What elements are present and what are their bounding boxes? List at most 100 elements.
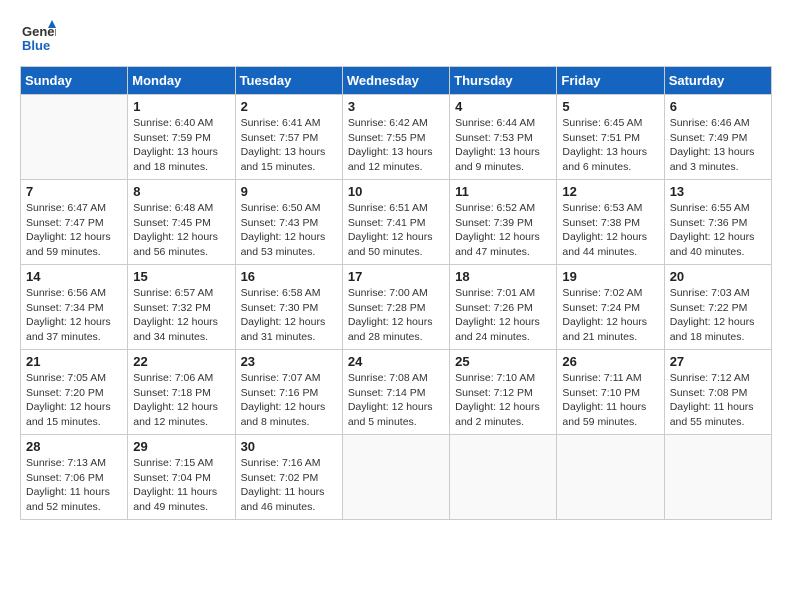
calendar-week-row: 1 Sunrise: 6:40 AMSunset: 7:59 PMDaylight…: [21, 95, 772, 180]
day-info: Sunrise: 7:02 AMSunset: 7:24 PMDaylight:…: [562, 286, 658, 345]
day-info: Sunrise: 6:53 AMSunset: 7:38 PMDaylight:…: [562, 201, 658, 260]
day-number: 30: [241, 439, 337, 454]
calendar-cell: 26 Sunrise: 7:11 AMSunset: 7:10 PMDayligh…: [557, 350, 664, 435]
day-info: Sunrise: 7:11 AMSunset: 7:10 PMDaylight:…: [562, 371, 658, 430]
calendar-cell: 18 Sunrise: 7:01 AMSunset: 7:26 PMDayligh…: [450, 265, 557, 350]
day-info: Sunrise: 7:03 AMSunset: 7:22 PMDaylight:…: [670, 286, 766, 345]
calendar-cell: 29 Sunrise: 7:15 AMSunset: 7:04 PMDayligh…: [128, 435, 235, 520]
header-sunday: Sunday: [21, 67, 128, 95]
calendar-week-row: 7Sunrise: 6:47 AMSunset: 7:47 PMDaylight…: [21, 180, 772, 265]
day-number: 14: [26, 269, 122, 284]
calendar-cell: 28Sunrise: 7:13 AMSunset: 7:06 PMDayligh…: [21, 435, 128, 520]
day-number: 16: [241, 269, 337, 284]
calendar-cell: 1 Sunrise: 6:40 AMSunset: 7:59 PMDaylight…: [128, 95, 235, 180]
calendar-cell: [450, 435, 557, 520]
calendar-cell: [557, 435, 664, 520]
day-info: Sunrise: 6:42 AMSunset: 7:55 PMDaylight:…: [348, 116, 444, 175]
day-number: 17: [348, 269, 444, 284]
day-info: Sunrise: 6:50 AMSunset: 7:43 PMDaylight:…: [241, 201, 337, 260]
calendar-cell: 4Sunrise: 6:44 AMSunset: 7:53 PMDaylight…: [450, 95, 557, 180]
svg-text:Blue: Blue: [22, 38, 50, 53]
header-thursday: Thursday: [450, 67, 557, 95]
day-number: 18: [455, 269, 551, 284]
day-info: Sunrise: 7:06 AMSunset: 7:18 PMDaylight:…: [133, 371, 229, 430]
calendar-cell: 19 Sunrise: 7:02 AMSunset: 7:24 PMDayligh…: [557, 265, 664, 350]
day-info: Sunrise: 7:01 AMSunset: 7:26 PMDaylight:…: [455, 286, 551, 345]
calendar-cell: 5 Sunrise: 6:45 AMSunset: 7:51 PMDaylight…: [557, 95, 664, 180]
day-number: 3: [348, 99, 444, 114]
day-info: Sunrise: 7:08 AMSunset: 7:14 PMDaylight:…: [348, 371, 444, 430]
page-header: General Blue: [20, 20, 772, 56]
calendar-cell: 16Sunrise: 6:58 AMSunset: 7:30 PMDayligh…: [235, 265, 342, 350]
calendar-cell: 23 Sunrise: 7:07 AMSunset: 7:16 PMDayligh…: [235, 350, 342, 435]
calendar-cell: 13Sunrise: 6:55 AMSunset: 7:36 PMDayligh…: [664, 180, 771, 265]
header-wednesday: Wednesday: [342, 67, 449, 95]
day-info: Sunrise: 7:13 AMSunset: 7:06 PMDaylight:…: [26, 456, 122, 515]
calendar-header-row: SundayMondayTuesdayWednesdayThursdayFrid…: [21, 67, 772, 95]
day-info: Sunrise: 7:00 AMSunset: 7:28 PMDaylight:…: [348, 286, 444, 345]
day-number: 12: [562, 184, 658, 199]
day-number: 1: [133, 99, 229, 114]
calendar-cell: 12 Sunrise: 6:53 AMSunset: 7:38 PMDayligh…: [557, 180, 664, 265]
calendar-cell: [21, 95, 128, 180]
calendar-cell: 3 Sunrise: 6:42 AMSunset: 7:55 PMDaylight…: [342, 95, 449, 180]
day-number: 27: [670, 354, 766, 369]
calendar-cell: 10 Sunrise: 6:51 AMSunset: 7:41 PMDayligh…: [342, 180, 449, 265]
day-info: Sunrise: 7:12 AMSunset: 7:08 PMDaylight:…: [670, 371, 766, 430]
calendar-cell: 17 Sunrise: 7:00 AMSunset: 7:28 PMDayligh…: [342, 265, 449, 350]
day-info: Sunrise: 7:05 AMSunset: 7:20 PMDaylight:…: [26, 371, 122, 430]
day-number: 13: [670, 184, 766, 199]
header-saturday: Saturday: [664, 67, 771, 95]
calendar-cell: 14Sunrise: 6:56 AMSunset: 7:34 PMDayligh…: [21, 265, 128, 350]
day-number: 15: [133, 269, 229, 284]
calendar-cell: 30 Sunrise: 7:16 AMSunset: 7:02 PMDayligh…: [235, 435, 342, 520]
day-number: 8: [133, 184, 229, 199]
calendar-cell: 22 Sunrise: 7:06 AMSunset: 7:18 PMDayligh…: [128, 350, 235, 435]
day-number: 9: [241, 184, 337, 199]
calendar-cell: 6Sunrise: 6:46 AMSunset: 7:49 PMDaylight…: [664, 95, 771, 180]
day-info: Sunrise: 6:45 AMSunset: 7:51 PMDaylight:…: [562, 116, 658, 175]
calendar-week-row: 14Sunrise: 6:56 AMSunset: 7:34 PMDayligh…: [21, 265, 772, 350]
day-info: Sunrise: 6:57 AMSunset: 7:32 PMDaylight:…: [133, 286, 229, 345]
calendar-cell: 25 Sunrise: 7:10 AMSunset: 7:12 PMDayligh…: [450, 350, 557, 435]
day-info: Sunrise: 7:16 AMSunset: 7:02 PMDaylight:…: [241, 456, 337, 515]
calendar-cell: 20 Sunrise: 7:03 AMSunset: 7:22 PMDayligh…: [664, 265, 771, 350]
day-info: Sunrise: 6:51 AMSunset: 7:41 PMDaylight:…: [348, 201, 444, 260]
day-number: 19: [562, 269, 658, 284]
calendar-cell: 11Sunrise: 6:52 AMSunset: 7:39 PMDayligh…: [450, 180, 557, 265]
day-number: 4: [455, 99, 551, 114]
day-info: Sunrise: 7:15 AMSunset: 7:04 PMDaylight:…: [133, 456, 229, 515]
calendar-week-row: 21Sunrise: 7:05 AMSunset: 7:20 PMDayligh…: [21, 350, 772, 435]
day-number: 22: [133, 354, 229, 369]
day-info: Sunrise: 6:48 AMSunset: 7:45 PMDaylight:…: [133, 201, 229, 260]
day-info: Sunrise: 6:41 AMSunset: 7:57 PMDaylight:…: [241, 116, 337, 175]
day-number: 6: [670, 99, 766, 114]
calendar-cell: 8 Sunrise: 6:48 AMSunset: 7:45 PMDaylight…: [128, 180, 235, 265]
day-info: Sunrise: 7:10 AMSunset: 7:12 PMDaylight:…: [455, 371, 551, 430]
day-number: 29: [133, 439, 229, 454]
calendar-cell: 24 Sunrise: 7:08 AMSunset: 7:14 PMDayligh…: [342, 350, 449, 435]
day-number: 10: [348, 184, 444, 199]
logo-icon: General Blue: [20, 20, 56, 56]
day-number: 25: [455, 354, 551, 369]
header-monday: Monday: [128, 67, 235, 95]
day-number: 26: [562, 354, 658, 369]
day-number: 5: [562, 99, 658, 114]
day-number: 20: [670, 269, 766, 284]
day-number: 24: [348, 354, 444, 369]
day-number: 7: [26, 184, 122, 199]
day-number: 23: [241, 354, 337, 369]
day-info: Sunrise: 6:40 AMSunset: 7:59 PMDaylight:…: [133, 116, 229, 175]
calendar-cell: 27 Sunrise: 7:12 AMSunset: 7:08 PMDayligh…: [664, 350, 771, 435]
calendar-cell: [664, 435, 771, 520]
calendar-cell: [342, 435, 449, 520]
day-info: Sunrise: 7:07 AMSunset: 7:16 PMDaylight:…: [241, 371, 337, 430]
calendar-cell: 21Sunrise: 7:05 AMSunset: 7:20 PMDayligh…: [21, 350, 128, 435]
day-info: Sunrise: 6:52 AMSunset: 7:39 PMDaylight:…: [455, 201, 551, 260]
header-friday: Friday: [557, 67, 664, 95]
calendar-cell: 15 Sunrise: 6:57 AMSunset: 7:32 PMDayligh…: [128, 265, 235, 350]
logo: General Blue: [20, 20, 56, 56]
calendar-cell: 7Sunrise: 6:47 AMSunset: 7:47 PMDaylight…: [21, 180, 128, 265]
calendar-week-row: 28Sunrise: 7:13 AMSunset: 7:06 PMDayligh…: [21, 435, 772, 520]
calendar-cell: 9 Sunrise: 6:50 AMSunset: 7:43 PMDaylight…: [235, 180, 342, 265]
